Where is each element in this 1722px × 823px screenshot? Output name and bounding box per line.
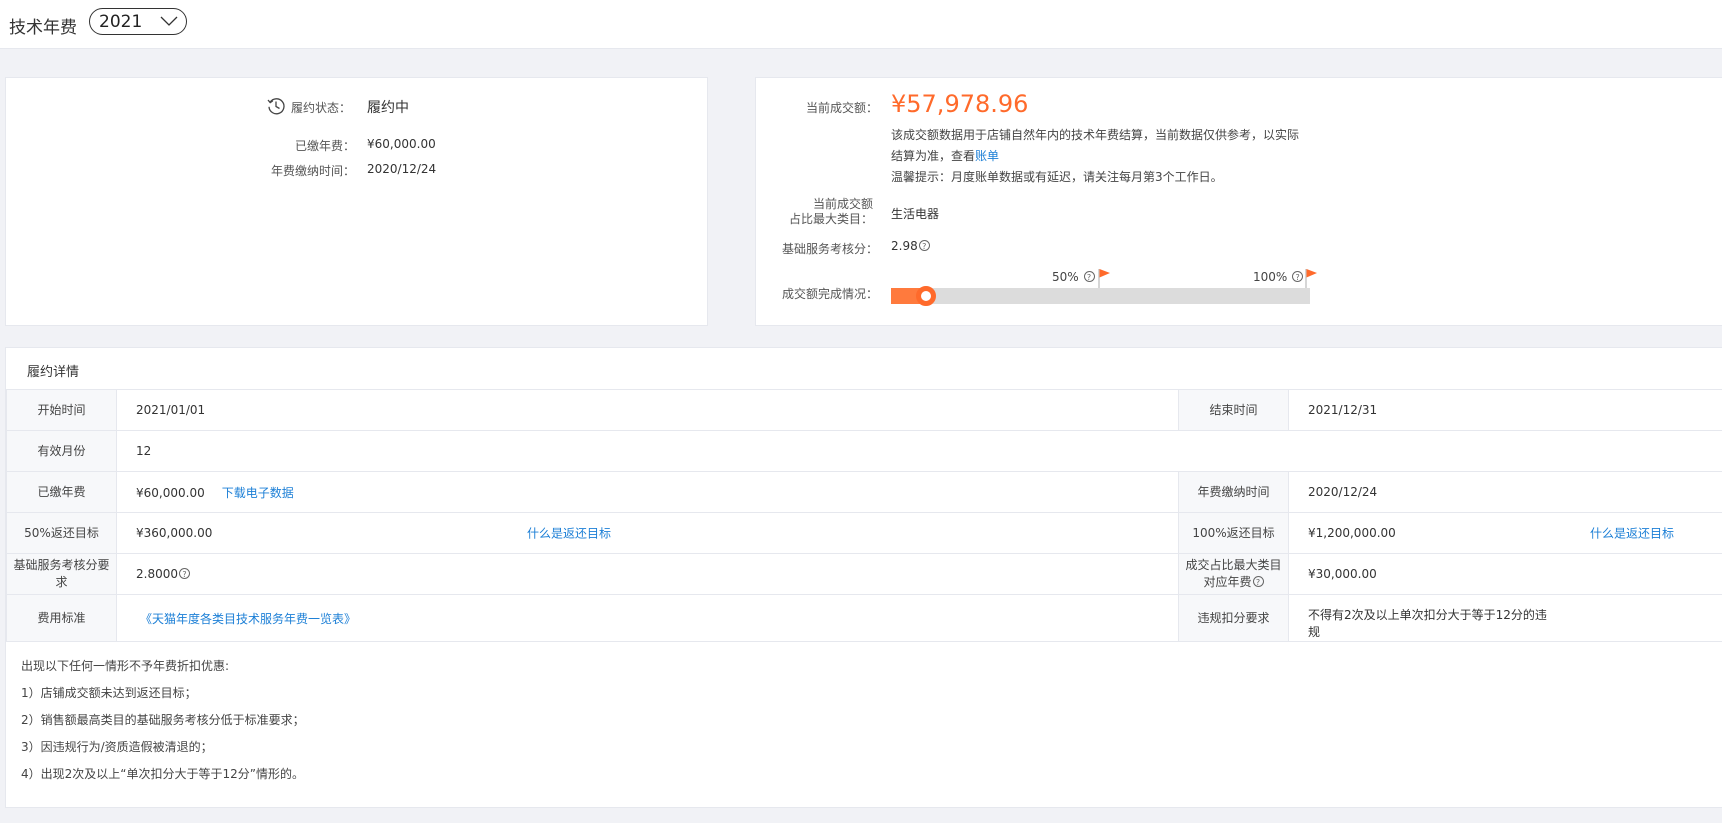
- fee-standard-label: 费用标准: [6, 594, 117, 642]
- contract-status-card: 履约状态： 履约中 已缴年费： ¥60,000.00 年费缴纳时间： 2020/…: [5, 77, 708, 326]
- violation-value: 不得有2次及以上单次扣分大于等于12分的违规: [1288, 594, 1722, 642]
- question-circle-icon[interactable]: ?: [179, 568, 190, 579]
- fee-standard-link[interactable]: 《天猫年度各类目技术服务年费一览表》: [140, 612, 356, 626]
- target50-value: ¥360,000.00: [136, 526, 213, 540]
- year-select-value: 2021: [99, 12, 143, 32]
- target100-value: ¥1,200,000.00: [1308, 526, 1396, 540]
- max-cat-fee-label-line1: 成交占比最大类目: [1185, 558, 1282, 572]
- download-data-link[interactable]: 下载电子数据: [222, 486, 294, 500]
- end-time-label: 结束时间: [1178, 389, 1289, 431]
- score-req-cell: 2.8000?: [116, 553, 1179, 595]
- what-is-target-link[interactable]: 什么是返还目标: [527, 525, 611, 542]
- top-bar: 技术年费 2021: [0, 0, 1722, 49]
- start-time-label: 开始时间: [6, 389, 117, 431]
- max-category-label: 当前成交额 占比最大类目：: [756, 197, 873, 227]
- score-req-label: 基础服务考核分要求: [6, 553, 117, 595]
- rule-item: 4）出现2次及以上“单次扣分大于等于12分”情形的。: [21, 767, 304, 781]
- start-time-value: 2021/01/01: [116, 389, 1179, 431]
- table-row: 50%返还目标 ¥360,000.00 什么是返还目标 100%返还目标 ¥1,…: [6, 512, 1722, 554]
- paid-cell: ¥60,000.00 下载电子数据: [116, 471, 1179, 513]
- marker-50-label: 50%: [1052, 270, 1079, 284]
- max-category-label-line1: 当前成交额: [812, 197, 873, 211]
- service-score: 2.98?: [891, 239, 930, 253]
- months-label: 有效月份: [6, 430, 117, 472]
- amount-note-line2: 结算为准，查看账单: [891, 146, 1299, 167]
- paid-fee-value: ¥60,000.00: [367, 137, 436, 151]
- current-amount-value: ¥57,978.96: [891, 90, 1029, 118]
- rule-item: 3）因违规行为/资质造假被清退的；: [21, 740, 213, 754]
- question-circle-icon[interactable]: ?: [1292, 271, 1304, 282]
- table-row: 费用标准 《天猫年度各类目技术服务年费一览表》 违规扣分要求 不得有2次及以上单…: [6, 594, 1722, 642]
- table-row: 有效月份 12: [6, 430, 1722, 472]
- status-value: 履约中: [367, 100, 409, 116]
- history-clock-icon: [267, 98, 285, 115]
- max-cat-fee-label: 成交占比最大类目对应年费?: [1178, 553, 1289, 595]
- max-category-label-line2: 占比最大类目：: [788, 212, 873, 226]
- table-row: 已缴年费 ¥60,000.00 下载电子数据 年费缴纳时间 2020/12/24: [6, 471, 1722, 513]
- transaction-card: 当前成交额： ¥57,978.96 该成交额数据用于店铺自然年内的技术年费结算，…: [755, 77, 1722, 326]
- months-value: 12: [116, 430, 1722, 472]
- marker-50: 50% ?: [1052, 270, 1095, 284]
- progress-track: [891, 286, 1310, 306]
- flag-icon: [1098, 269, 1110, 288]
- contract-detail-card: 履约详情 开始时间 2021/01/01 结束时间 2021/12/31 有效月…: [5, 347, 1722, 808]
- end-time-value: 2021/12/31: [1288, 389, 1722, 431]
- year-select[interactable]: 2021: [89, 8, 187, 35]
- service-score-label: 基础服务考核分：: [781, 242, 878, 256]
- service-score-value: 2.98: [891, 239, 918, 253]
- detail-title: 履约详情: [27, 365, 80, 380]
- table-row: 开始时间 2021/01/01 结束时间 2021/12/31: [6, 389, 1722, 431]
- pay-time-value: 2020/12/24: [367, 162, 437, 176]
- question-circle-icon[interactable]: ?: [1252, 576, 1264, 587]
- question-circle-icon[interactable]: ?: [918, 240, 930, 251]
- table-row: 基础服务考核分要求 2.8000? 成交占比最大类目对应年费? ¥30,000.…: [6, 553, 1722, 595]
- fee-standard-cell: 《天猫年度各类目技术服务年费一览表》: [116, 594, 1179, 642]
- progress-label: 成交额完成情况：: [781, 287, 878, 301]
- question-circle-icon[interactable]: ?: [1083, 271, 1095, 282]
- page-title: 技术年费: [9, 18, 77, 38]
- target50-cell: ¥360,000.00 什么是返还目标: [116, 512, 1179, 554]
- paid-fee-label: 已缴年费：: [294, 139, 355, 153]
- status-label: 履约状态：: [291, 101, 352, 115]
- bill-link[interactable]: 账单: [975, 149, 999, 163]
- pay-time-label: 年费缴纳时间：: [270, 164, 355, 178]
- marker-100: 100% ?: [1253, 270, 1304, 284]
- current-amount-label: 当前成交额：: [805, 101, 878, 115]
- rules-intro: 出现以下任何一情形不予年费折扣优惠:: [21, 659, 230, 673]
- flag-icon: [1305, 269, 1317, 288]
- violation-value-line1: 不得有2次及以上单次扣分大于等于12分的违: [1308, 608, 1547, 622]
- target50-label: 50%返还目标: [6, 512, 117, 554]
- chevron-down-icon: [160, 16, 178, 26]
- violation-value-line2: 规: [1308, 625, 1321, 639]
- amount-note: 该成交额数据用于店铺自然年内的技术年费结算，当前数据仅供参考，以实际 结算为准，…: [891, 125, 1299, 188]
- amount-note-prefix: 结算为准，查看: [891, 149, 976, 163]
- paid-label: 已缴年费: [6, 471, 117, 513]
- violation-label: 违规扣分要求: [1178, 594, 1289, 642]
- target100-label: 100%返还目标: [1178, 512, 1289, 554]
- score-req-value: 2.8000: [136, 567, 178, 581]
- amount-note-line1: 该成交额数据用于店铺自然年内的技术年费结算，当前数据仅供参考，以实际: [891, 128, 1300, 142]
- target100-cell: ¥1,200,000.00 什么是返还目标: [1288, 512, 1722, 554]
- max-cat-fee-label-line2: 对应年费: [1203, 575, 1252, 589]
- pay-time-label: 年费缴纳时间: [1178, 471, 1289, 513]
- rule-item: 2）销售额最高类目的基础服务考核分低于标准要求；: [21, 713, 305, 727]
- rule-item: 1）店铺成交额未达到返还目标；: [21, 686, 197, 700]
- what-is-target-link[interactable]: 什么是返还目标: [1590, 525, 1674, 542]
- score-req-label-line1: 基础服务考核分要: [13, 558, 110, 572]
- max-category-value: 生活电器: [891, 207, 940, 221]
- progress-knob[interactable]: [915, 286, 936, 306]
- score-req-label-line2: 求: [55, 575, 68, 589]
- marker-100-label: 100%: [1253, 270, 1288, 284]
- max-cat-fee-value: ¥30,000.00: [1288, 553, 1722, 595]
- page: 技术年费 2021 履约状态： 履约中 已缴年费： ¥60,000.00 年费缴…: [0, 0, 1722, 823]
- discount-rules: 出现以下任何一情形不予年费折扣优惠: 1）店铺成交额未达到返还目标； 2）销售额…: [21, 653, 305, 788]
- detail-table: 开始时间 2021/01/01 结束时间 2021/12/31 有效月份 12 …: [6, 389, 1722, 642]
- paid-value: ¥60,000.00: [136, 485, 205, 500]
- amount-note-line3: 温馨提示：月度账单数据或有延迟，请关注每月第3个工作日。: [891, 170, 1223, 184]
- pay-time-value: 2020/12/24: [1288, 471, 1722, 513]
